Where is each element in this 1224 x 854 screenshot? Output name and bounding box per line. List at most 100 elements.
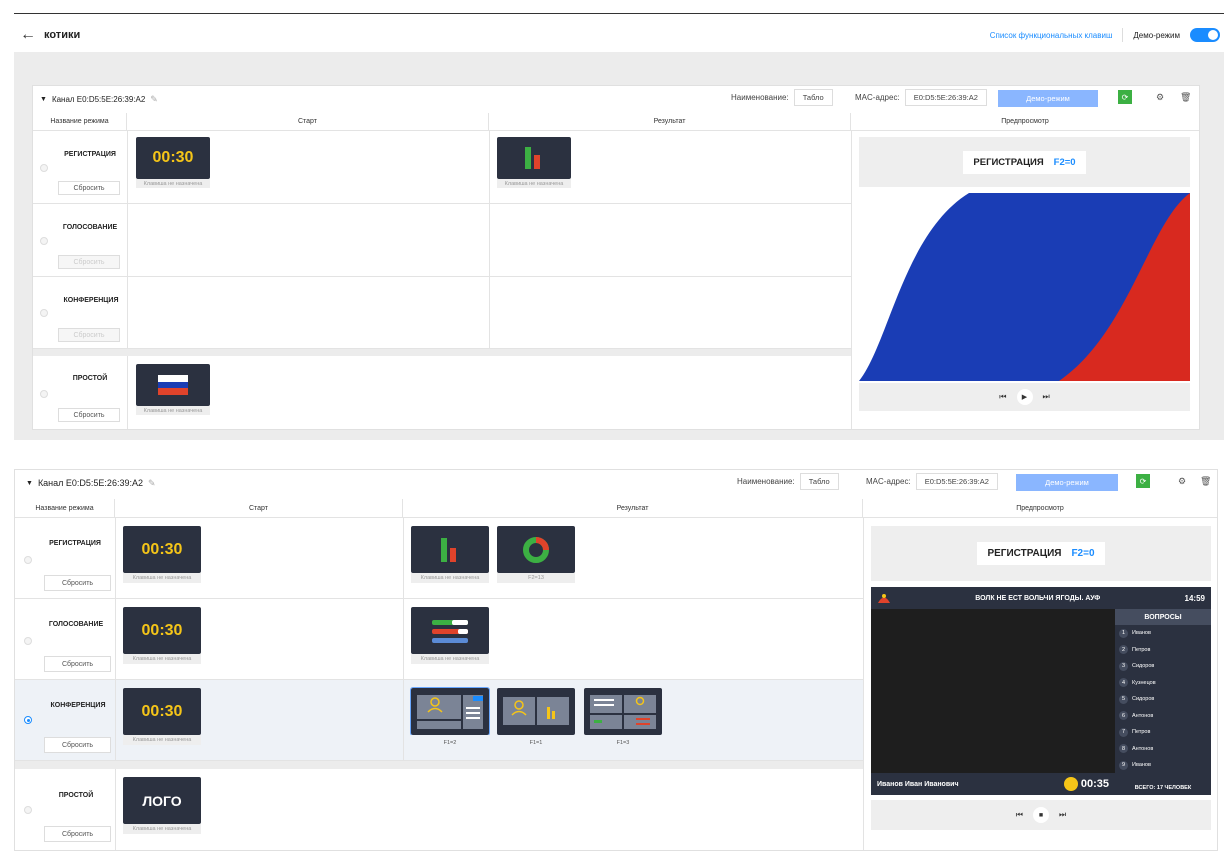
preview-flag-screen <box>859 193 1190 381</box>
timer-thumbnail[interactable]: 00:30 <box>123 688 201 735</box>
name-input[interactable]: Табло <box>799 473 839 490</box>
mac-input[interactable]: E0:D5:5E:26:39:A2 <box>904 89 987 106</box>
edit-pencil-icon[interactable]: ✎ <box>150 94 158 105</box>
question-number: 3 <box>1119 661 1128 671</box>
demo-mode-label: Демо-режим <box>1133 30 1180 40</box>
key-caption: Клавиша не назначена <box>123 573 201 583</box>
preview-status: РЕГИСТРАЦИЯ F2=0 <box>871 526 1211 581</box>
name-label: Наименование: <box>737 477 795 486</box>
play-icon[interactable]: ▶ <box>1016 389 1033 405</box>
preview-mode-pill: РЕГИСТРАЦИЯ F2=0 <box>977 542 1105 565</box>
demo-mode-button[interactable]: Демо-режим <box>1016 474 1118 491</box>
mode-radio[interactable] <box>24 637 32 645</box>
timer-text: 00:30 <box>152 149 194 166</box>
mac-field: MAC-адрес: E0:D5:5E:26:39:A2 <box>855 89 987 106</box>
skip-back-icon[interactable]: ⏮ <box>1016 810 1023 820</box>
key-caption: F1=1 <box>497 735 575 750</box>
function-keys-link[interactable]: Список функциональных клавиш <box>990 31 1113 40</box>
speaker-bar: Иванов Иван Иванович 00:35 <box>871 773 1115 795</box>
question-author: Петров <box>1132 646 1151 653</box>
delete-trash-icon[interactable]: 🗑 <box>1200 476 1211 487</box>
skip-back-icon[interactable]: ⏮ <box>999 392 1006 402</box>
reset-button[interactable]: Сбросить <box>44 575 111 591</box>
donut-chart-thumbnail[interactable] <box>497 526 575 573</box>
screen-header: ВОЛК НЕ ЕСТ ВОЛЬЧИ ЯГОДЫ. АУФ 14:59 <box>871 587 1211 609</box>
mode-radio[interactable] <box>40 237 48 245</box>
back-arrow-icon[interactable]: ← <box>20 26 36 44</box>
question-item: 2 Петров <box>1115 642 1211 659</box>
question-author: Антонов <box>1132 712 1154 719</box>
reset-button[interactable]: Сбросить <box>44 737 111 753</box>
bar-chart-thumbnail[interactable] <box>411 526 489 573</box>
key-caption: Клавиша не назначена <box>411 573 489 583</box>
channel-title: Канал E0:D5:5E:26:39:A2 <box>51 94 146 104</box>
question-item: 8 Антонов <box>1115 741 1211 758</box>
timer-text: 00:30 <box>141 540 183 558</box>
demo-mode-toggle[interactable] <box>1190 28 1220 42</box>
skip-forward-icon[interactable]: ⏭ <box>1043 392 1050 402</box>
app-header: ← котики Список функциональных клавиш Де… <box>20 22 1220 48</box>
conference-layout-thumbnail[interactable] <box>497 688 575 735</box>
speaker-countdown: 00:35 <box>1080 778 1109 790</box>
logo-thumbnail[interactable]: ЛОГО <box>123 777 201 824</box>
delete-trash-icon[interactable]: 🗑 <box>1180 92 1191 103</box>
reset-button[interactable]: Сбросить <box>44 656 111 672</box>
collapse-triangle-icon[interactable]: ▼ <box>40 96 47 103</box>
reset-button[interactable]: Сбросить <box>44 826 111 842</box>
key-caption: Клавиша не назначена <box>411 654 489 664</box>
settings-gear-icon[interactable]: ⚙ <box>1156 92 1164 103</box>
mode-name: КОНФЕРЕНЦИЯ <box>63 297 119 304</box>
key-caption: Клавиша не назначена <box>123 654 201 664</box>
question-author: Кузнецов <box>1132 679 1156 686</box>
timer-thumbnail[interactable]: 00:30 <box>123 526 201 573</box>
reset-button[interactable]: Сбросить <box>58 181 120 195</box>
speaker-vote-layout-icon <box>590 694 656 729</box>
reset-button[interactable]: Сбросить <box>58 328 120 342</box>
questions-panel: ВОПРОСЫ 1 Иванов 2 Петров 3 Сидоров 4 Кузнецов 5… <box>1115 609 1211 795</box>
mode-radio[interactable] <box>24 556 32 564</box>
question-author: Иванов <box>1132 762 1151 769</box>
timer-thumbnail[interactable]: 00:30 <box>123 607 201 654</box>
settings-gear-icon[interactable]: ⚙ <box>1178 476 1186 487</box>
bar-chart-thumbnail[interactable] <box>497 137 571 179</box>
key-caption: Клавиша не назначена <box>497 179 571 188</box>
skip-forward-icon[interactable]: ⏭ <box>1059 810 1066 820</box>
timer-text: 00:30 <box>141 702 183 720</box>
sync-icon[interactable]: ⟳ <box>1118 90 1132 104</box>
col-mode-name: Название режима <box>15 499 115 518</box>
mode-radio[interactable] <box>40 164 48 172</box>
mode-name: ГОЛОСОВАНИЕ <box>48 621 104 628</box>
mode-radio-selected[interactable] <box>24 716 32 724</box>
mode-name: ПРОСТОЙ <box>58 792 94 799</box>
demo-mode-button[interactable]: Демо-режим <box>998 90 1098 107</box>
mode-name: ПРОСТОЙ <box>72 375 108 382</box>
timer-thumbnail[interactable]: 00:30 <box>136 137 210 179</box>
mac-label: MAC-адрес: <box>855 93 900 102</box>
mac-field: MAC-адрес: E0:D5:5E:26:39:A2 <box>866 473 998 490</box>
conference-layout-thumbnail[interactable] <box>584 688 662 735</box>
flag-thumbnail[interactable] <box>136 364 210 406</box>
col-preview: Предпросмотр <box>863 499 1217 518</box>
channel-2-header: ▼ Канал E0:D5:5E:26:39:A2 ✎ <box>26 476 156 490</box>
edit-pencil-icon[interactable]: ✎ <box>148 478 156 489</box>
name-field: Наименование: Табло <box>731 89 833 106</box>
question-number: 9 <box>1119 760 1128 770</box>
mode-radio[interactable] <box>24 806 32 814</box>
bar-chart-icon <box>441 537 456 562</box>
collapse-triangle-icon[interactable]: ▼ <box>26 480 33 487</box>
question-number: 6 <box>1119 711 1128 721</box>
mode-radio[interactable] <box>40 309 48 317</box>
name-input[interactable]: Табло <box>793 89 833 106</box>
mac-input[interactable]: E0:D5:5E:26:39:A2 <box>915 473 998 490</box>
stop-icon[interactable]: ■ <box>1033 807 1049 823</box>
question-author: Сидоров <box>1132 663 1155 670</box>
name-label: Наименование: <box>731 93 789 102</box>
mode-radio[interactable] <box>40 390 48 398</box>
vote-bars-thumbnail[interactable] <box>411 607 489 654</box>
question-number: 2 <box>1119 645 1128 655</box>
reset-button[interactable]: Сбросить <box>58 255 120 269</box>
sync-icon[interactable]: ⟳ <box>1136 474 1150 488</box>
question-number: 4 <box>1119 678 1128 688</box>
conference-layout-thumbnail[interactable] <box>410 687 490 736</box>
reset-button[interactable]: Сбросить <box>58 408 120 422</box>
